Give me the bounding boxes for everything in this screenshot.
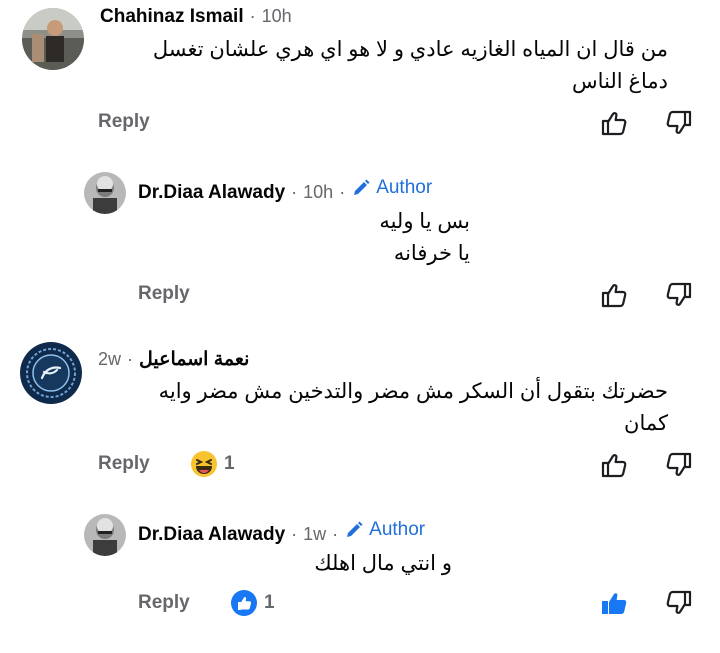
author-badge: Author bbox=[344, 519, 425, 541]
author-label: Author bbox=[376, 177, 433, 198]
avatar[interactable] bbox=[84, 172, 126, 214]
comment-body: من قال ان المياه الغازيه عادي و لا هو اي… bbox=[78, 34, 668, 98]
commenter-name[interactable]: نعمة اسماعيل bbox=[139, 348, 249, 371]
comment-header: Dr.Diaa Alawady · 1w · Author bbox=[138, 519, 425, 546]
avatar[interactable] bbox=[84, 514, 126, 556]
separator-dot: · bbox=[127, 349, 134, 369]
comment-reply: Dr.Diaa Alawady · 10h · Author بس يا ولي… bbox=[0, 160, 720, 320]
like-button-icon-active[interactable] bbox=[599, 588, 629, 618]
like-reaction-icon bbox=[231, 590, 257, 616]
reaction-count: 1 bbox=[264, 592, 275, 613]
reply-button[interactable]: Reply bbox=[138, 283, 190, 305]
comment-header: Chahinaz Ismail · 10h bbox=[100, 6, 292, 28]
haha-emoji-icon bbox=[191, 451, 217, 477]
comment-time[interactable]: 10h bbox=[303, 182, 333, 203]
dislike-button-icon[interactable] bbox=[664, 450, 694, 480]
comment: Chahinaz Ismail · 10h من قال ان المياه ا… bbox=[0, 0, 720, 150]
author-label: Author bbox=[369, 519, 426, 540]
separator-dot: · bbox=[332, 524, 339, 544]
reaction-summary[interactable]: 1 bbox=[230, 589, 275, 617]
comment-line: يا خرفانه bbox=[393, 242, 470, 265]
comment-body: حضرتك بتقول أن السكر مش مضر والتدخين مش … bbox=[68, 376, 668, 440]
comment-time[interactable]: 1w bbox=[303, 524, 326, 545]
comment-time[interactable]: 10h bbox=[262, 6, 292, 27]
comment-header: Dr.Diaa Alawady · 10h · Author bbox=[138, 177, 432, 204]
comment-time[interactable]: 2w bbox=[98, 349, 121, 370]
dislike-button-icon[interactable] bbox=[664, 280, 694, 310]
like-button-icon[interactable] bbox=[599, 280, 629, 310]
like-button-icon[interactable] bbox=[599, 450, 629, 480]
reaction-summary[interactable]: 1 bbox=[190, 450, 235, 478]
comment-header: 2w · نعمة اسماعيل bbox=[98, 348, 249, 371]
separator-dot: · bbox=[339, 182, 346, 202]
separator-dot: · bbox=[291, 524, 298, 544]
commenter-name[interactable]: Dr.Diaa Alawady bbox=[138, 524, 285, 546]
dislike-button-icon[interactable] bbox=[664, 108, 694, 138]
reply-button[interactable]: Reply bbox=[98, 111, 150, 133]
comment-line: دماغ الناس bbox=[572, 70, 668, 93]
reply-button[interactable]: Reply bbox=[138, 592, 190, 614]
author-badge: Author bbox=[351, 177, 432, 199]
comment-line: كمان bbox=[624, 412, 668, 435]
comment-body: بس يا وليه يا خرفانه bbox=[170, 206, 470, 270]
commenter-name[interactable]: Chahinaz Ismail bbox=[100, 6, 244, 28]
separator-dot: · bbox=[291, 182, 298, 202]
like-button-icon[interactable] bbox=[599, 108, 629, 138]
comment-line: بس يا وليه bbox=[379, 210, 470, 233]
reply-button[interactable]: Reply bbox=[98, 453, 150, 475]
pencil-icon bbox=[354, 179, 370, 195]
comment-line: من قال ان المياه الغازيه عادي و لا هو اي… bbox=[152, 38, 668, 61]
comment-line: حضرتك بتقول أن السكر مش مضر والتدخين مش … bbox=[158, 380, 668, 403]
reaction-count: 1 bbox=[224, 453, 235, 474]
comment-reply: Dr.Diaa Alawady · 1w · Author و انتي مال… bbox=[0, 502, 720, 653]
avatar[interactable] bbox=[22, 8, 84, 70]
comment: 2w · نعمة اسماعيل حضرتك بتقول أن السكر م… bbox=[0, 330, 720, 490]
dislike-button-icon[interactable] bbox=[664, 588, 694, 618]
commenter-name[interactable]: Dr.Diaa Alawady bbox=[138, 182, 285, 204]
pencil-icon bbox=[347, 521, 363, 537]
separator-dot: · bbox=[249, 6, 256, 26]
comment-line: و انتي مال اهلك bbox=[314, 552, 452, 575]
comment-body: و انتي مال اهلك bbox=[152, 548, 452, 580]
